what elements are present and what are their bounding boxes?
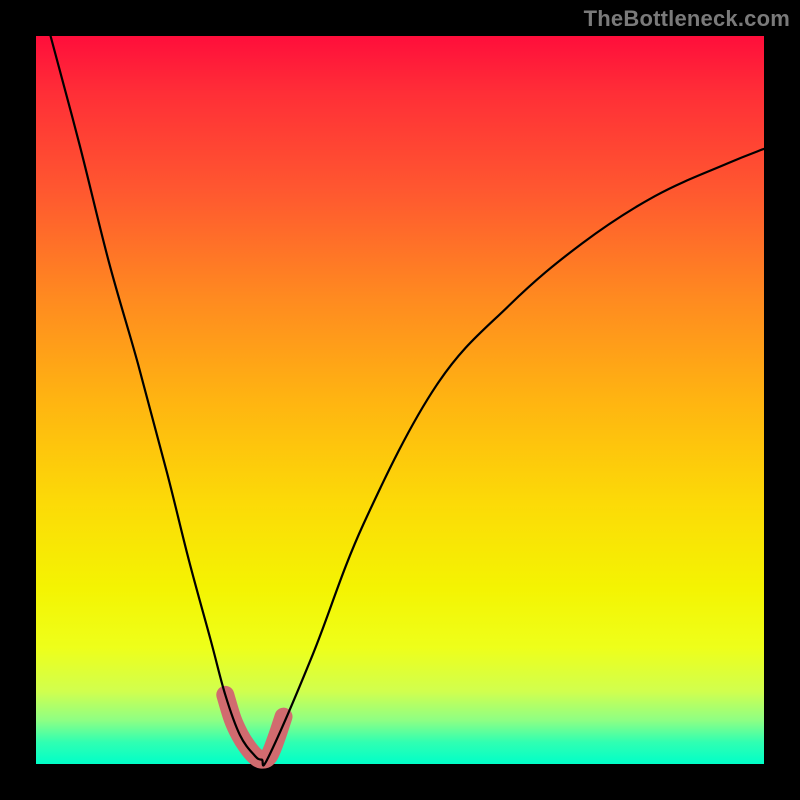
chart-plot-area [36,36,764,764]
chart-svg [36,36,764,764]
valley-highlight-path [225,695,283,760]
chart-outer-frame: TheBottleneck.com [0,0,800,800]
bottleneck-curve-path [51,36,764,765]
watermark-text: TheBottleneck.com [584,6,790,32]
